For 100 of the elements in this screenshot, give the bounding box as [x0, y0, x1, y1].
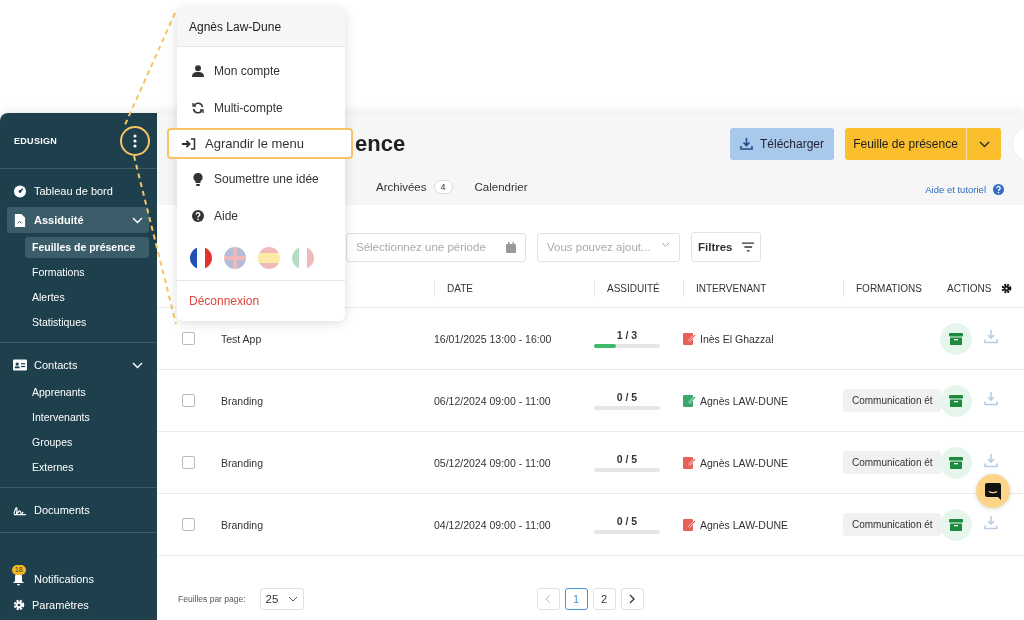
chevron-icon — [661, 241, 670, 248]
chat-button[interactable] — [976, 474, 1010, 508]
attendance-count: 0 / 5 — [616, 515, 638, 527]
per-page-select[interactable]: 25 — [259, 588, 304, 610]
period-field[interactable]: Sélectionnez une période — [346, 232, 526, 262]
column-header: ACTIONS — [947, 281, 992, 296]
nav-item[interactable]: Paramètres — [7, 592, 149, 618]
row-checkbox[interactable] — [182, 518, 195, 531]
nav-item[interactable]: Contacts — [7, 352, 149, 378]
help-icon — [191, 210, 205, 222]
bell-icon — [13, 572, 24, 586]
attendance-count: 1 / 3 — [616, 329, 638, 341]
menu-item[interactable]: Multi-compte — [177, 90, 345, 126]
chevron-icon — [287, 596, 298, 602]
page-button[interactable]: 2 — [592, 588, 616, 610]
nav-subitem[interactable]: Feuilles de présence — [25, 237, 149, 258]
sign-in-icon — [182, 137, 196, 150]
row-checkbox[interactable] — [182, 456, 195, 469]
attendance-count: 0 / 5 — [616, 453, 638, 465]
table-cell: Agnès LAW-DUNE — [700, 394, 789, 407]
settings-icon — [13, 599, 25, 611]
tab-label: Calendrier — [474, 181, 528, 193]
tab[interactable]: Calendrier — [474, 180, 528, 198]
page-title: ence — [355, 131, 406, 157]
archive-button[interactable] — [940, 446, 972, 479]
archive-button[interactable] — [940, 508, 972, 541]
table-cell-text: Branding — [221, 518, 265, 531]
row-checkbox[interactable] — [182, 332, 195, 345]
help-icon — [993, 183, 1004, 195]
archive-icon — [949, 518, 963, 531]
tab[interactable]: Archivées 4 — [376, 180, 453, 198]
chevron-left-icon — [545, 594, 552, 604]
user-icon — [191, 65, 205, 77]
download-icon — [984, 516, 998, 530]
archive-icon — [949, 394, 963, 407]
column-header: INTERVENANT — [683, 280, 843, 297]
brand-name: EDUSIGN — [14, 135, 58, 146]
menu-item[interactable]: Agrandir le menu — [167, 128, 353, 159]
previous-page-button[interactable] — [536, 588, 560, 610]
column-header: FORMATIONS — [843, 280, 937, 297]
filter-icon — [741, 242, 754, 252]
more-options-button[interactable] — [120, 125, 150, 156]
chevron-right-icon — [629, 594, 636, 604]
table-cell: Agnès LAW-DUNE — [700, 518, 789, 531]
table-cell: Inès El Ghazzal — [700, 332, 774, 345]
table-cell-text: 05/12/2024 09:00 - 11:00 — [434, 456, 552, 469]
logout-link[interactable]: Déconnexion — [177, 281, 345, 321]
column-header: ASSIDUITÉ — [594, 280, 683, 297]
document-icon — [13, 213, 27, 227]
page-button[interactable]: 1 — [564, 588, 588, 610]
filters-button[interactable]: Filtres — [691, 232, 761, 262]
menu-item[interactable]: Mon compte — [177, 53, 345, 89]
nav-subitem[interactable]: Alertes — [25, 287, 149, 308]
nav-item[interactable]: Tableau de bord — [7, 178, 149, 204]
archive-icon — [949, 456, 963, 469]
table-cell-text: 06/12/2024 09:00 - 11:00 — [434, 394, 552, 407]
caret-icon — [978, 140, 990, 148]
nav-subitem[interactable]: Apprenants — [25, 382, 149, 403]
chat-icon — [985, 482, 1001, 500]
select-field[interactable]: Vous pouvez ajout... — [537, 232, 680, 262]
archive-icon — [949, 332, 963, 345]
attendance-count: 0 / 5 — [616, 391, 638, 403]
download-icon — [740, 138, 753, 150]
attendance-sheet-button[interactable]: Feuille de présence — [845, 128, 966, 160]
table-cell-text: Branding — [221, 394, 265, 407]
menu-item[interactable]: Aide — [177, 198, 345, 234]
nav-subitem[interactable]: Statistiques — [25, 312, 149, 333]
nav-item[interactable]: Documents — [7, 497, 149, 523]
archive-button[interactable] — [940, 384, 972, 417]
nav-subitem[interactable]: Externes — [25, 457, 149, 478]
dropdown-button[interactable] — [966, 128, 1001, 160]
settings-icon[interactable] — [1001, 283, 1012, 294]
nav-subitem[interactable]: Intervenants — [25, 407, 149, 428]
count-badge: 4 — [433, 180, 453, 194]
archive-button[interactable] — [940, 322, 972, 355]
nav-subitem[interactable]: Groupes — [25, 432, 149, 453]
download-button[interactable]: Télécharger — [730, 128, 834, 160]
table-cell: Agnès LAW-DUNE — [700, 456, 789, 469]
next-page-button[interactable] — [620, 588, 644, 610]
download-icon — [984, 454, 998, 468]
training-tag: Communication ét — [843, 389, 941, 412]
tab-label: Archivées — [376, 181, 427, 193]
nav-item[interactable]: Assiduité — [7, 207, 149, 233]
user-name: Agnès Law-Dune — [177, 8, 345, 47]
column-header: DATE — [434, 280, 594, 297]
table-cell-text: Branding — [221, 456, 265, 469]
nav-subitem[interactable]: Formations — [25, 262, 149, 283]
contact-card-icon — [13, 359, 27, 371]
per-page-label: Feuilles par page: — [178, 594, 246, 604]
download-icon — [984, 392, 998, 406]
lightbulb-icon — [191, 172, 205, 186]
row-checkbox[interactable] — [182, 394, 195, 407]
help-link[interactable]: Aide et tutoriel — [925, 183, 986, 195]
training-tag: Communication ét — [843, 451, 941, 474]
gauge-icon — [13, 184, 27, 198]
menu-item[interactable]: Soumettre une idée — [177, 161, 345, 197]
table-cell-text: Test App — [221, 332, 263, 345]
table-cell-text: 16/01/2025 13:00 - 16:00 — [434, 332, 553, 345]
download-icon — [984, 330, 998, 344]
signature-icon — [13, 504, 27, 516]
